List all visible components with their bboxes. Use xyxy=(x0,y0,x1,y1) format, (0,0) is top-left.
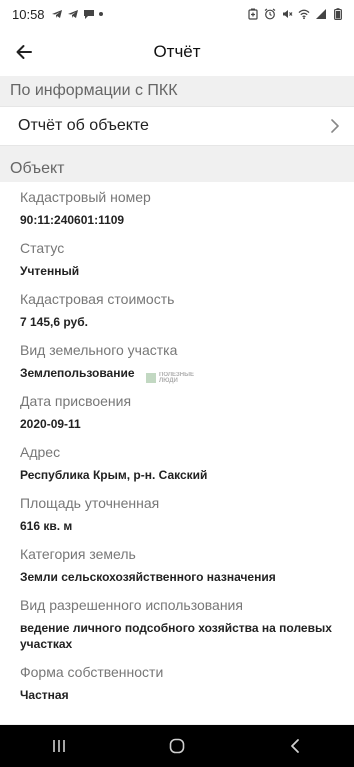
field-value: Частная xyxy=(20,688,69,702)
home-icon xyxy=(169,738,185,754)
nav-back-icon xyxy=(291,739,299,753)
object-details: Кадастровый номер 90:11:240601:1109 Стат… xyxy=(0,182,354,724)
watermark-logo: ПОЛЕЗНЫЕ ЛЮДИ xyxy=(146,372,194,384)
field-value: 90:11:240601:1109 xyxy=(20,213,125,227)
status-time: 10:58 xyxy=(12,6,45,22)
watermark-line2: ЛЮДИ xyxy=(159,378,178,384)
page-title: Отчёт xyxy=(153,42,201,61)
app-bar: Отчёт xyxy=(0,28,354,76)
field-label: Кадастровая стоимость xyxy=(20,291,175,307)
field-label: Вид разрешенного использования xyxy=(20,597,243,613)
field-status: Статус Учтенный xyxy=(20,239,334,279)
notification-icons xyxy=(51,8,103,20)
field-label: Вид земельного участка xyxy=(20,342,178,358)
field-value: Республика Крым, р-н. Сакский xyxy=(20,468,208,482)
telegram-icon xyxy=(67,8,79,20)
watermark-text: ПОЛЕЗНЫЕ ЛЮДИ xyxy=(159,372,194,384)
watermark-mark xyxy=(146,373,156,383)
section-header-object: Объект xyxy=(0,152,354,182)
status-right xyxy=(247,8,344,20)
field-area: Площадь уточненная 616 кв. м xyxy=(20,494,334,534)
field-label: Статус xyxy=(20,240,65,256)
content[interactable]: По информации с ПКК Отчёт об объекте Объ… xyxy=(0,76,354,725)
field-address: Адрес Республика Крым, р-н. Сакский xyxy=(20,443,334,483)
home-button[interactable] xyxy=(157,731,197,761)
field-value: Земли сельскохозяйственного назначения xyxy=(20,570,276,584)
wifi-icon xyxy=(298,8,310,20)
field-value: 616 кв. м xyxy=(20,519,73,533)
arrow-back-icon xyxy=(16,45,32,59)
field-label: Форма собственности xyxy=(20,664,164,680)
field-label: Кадастровый номер xyxy=(20,189,151,205)
system-nav-bar xyxy=(0,725,354,767)
field-value: 7 145,6 руб. xyxy=(20,315,88,329)
section-header-pkk: По информации с ПКК xyxy=(0,76,354,106)
recent-apps-button[interactable] xyxy=(39,731,79,761)
field-label: Адрес xyxy=(20,444,61,460)
alarm-icon xyxy=(264,8,276,20)
field-cadastral-number: Кадастровый номер 90:11:240601:1109 xyxy=(20,188,334,228)
field-label: Площадь уточненная xyxy=(20,495,160,511)
recent-apps-icon xyxy=(53,740,65,752)
battery-saver-icon xyxy=(247,8,259,20)
signal-icon xyxy=(315,8,327,20)
status-left: 10:58 xyxy=(12,7,103,22)
report-row-label: Отчёт об объекте xyxy=(18,117,149,134)
field-label: Дата присвоения xyxy=(20,393,132,409)
field-ownership: Форма собственности Частная xyxy=(20,663,334,703)
field-assignment-date: Дата присвоения 2020-09-11 xyxy=(20,392,334,432)
battery-icon xyxy=(332,8,344,20)
field-permitted-use: Вид разрешенного использования ведение л… xyxy=(20,596,334,652)
report-row[interactable]: Отчёт об объекте xyxy=(0,106,354,146)
field-value: ведение личного подсобного хозяйства на … xyxy=(20,621,332,651)
field-value: 2020-09-11 xyxy=(20,417,81,431)
field-value: Учтенный xyxy=(20,264,80,278)
dot-icon xyxy=(98,12,103,16)
back-button[interactable] xyxy=(10,38,38,66)
field-label: Категория земель xyxy=(20,546,136,562)
chevron-right-icon xyxy=(331,119,339,133)
telegram-icon xyxy=(51,8,63,20)
chat-icon xyxy=(83,8,95,20)
mute-icon xyxy=(281,8,293,20)
back-nav-button[interactable] xyxy=(275,731,315,761)
field-cadastral-cost: Кадастровая стоимость 7 145,6 руб. xyxy=(20,290,334,330)
status-bar: 10:58 xyxy=(0,0,354,28)
field-land-category: Категория земель Земли сельскохозяйствен… xyxy=(20,545,334,585)
